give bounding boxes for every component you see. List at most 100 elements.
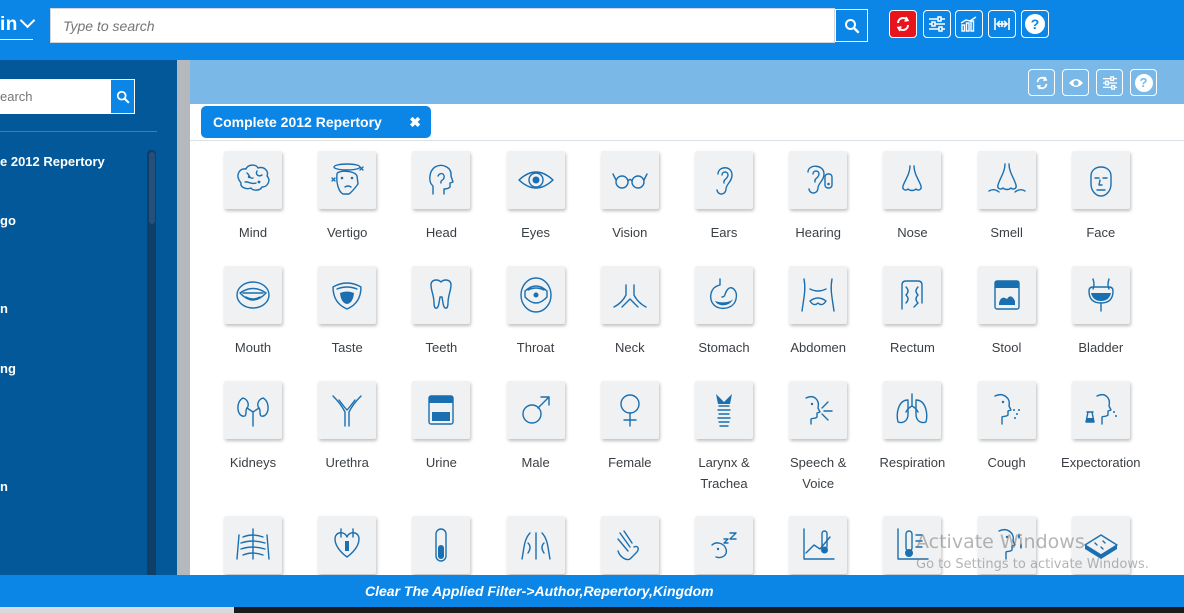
- width-toggle-button[interactable]: [988, 10, 1016, 38]
- statistics-button[interactable]: [955, 10, 983, 38]
- tab-label: Complete 2012 Repertory: [213, 114, 382, 130]
- rubric-label: Larynx & Trachea: [698, 455, 750, 491]
- glasses-icon: [600, 151, 659, 209]
- sidebar-search-input[interactable]: [0, 79, 110, 114]
- rubric-speech-voice[interactable]: Speech & Voice: [771, 370, 865, 494]
- neck-icon: [600, 266, 659, 324]
- rubric-female[interactable]: Female: [583, 370, 677, 473]
- cough-icon: [977, 381, 1036, 439]
- rubric-neck[interactable]: Neck: [583, 255, 677, 358]
- sidebar-item-5[interactable]: n: [0, 479, 8, 494]
- rubric-label: Eyes: [521, 225, 551, 240]
- sliders-icon: [929, 16, 945, 32]
- rubric-mouth[interactable]: Mouth: [206, 255, 300, 358]
- rubric-taste[interactable]: Taste: [300, 255, 394, 358]
- ear-icon: [695, 151, 753, 209]
- content-help-button[interactable]: ?: [1130, 69, 1157, 96]
- rubric-teeth[interactable]: Teeth: [394, 255, 488, 358]
- sidebar-item-repertory[interactable]: e 2012 Repertory: [0, 154, 105, 169]
- rubric-mind[interactable]: Mind: [206, 140, 300, 243]
- rubric-male[interactable]: Male: [489, 370, 583, 473]
- footer-bar: Clear The Applied Filter->Author,Reperto…: [0, 575, 1184, 607]
- sidebar-item-2[interactable]: go: [0, 213, 16, 228]
- filter-settings-button[interactable]: [923, 10, 951, 38]
- rubric-item-36[interactable]: [771, 505, 865, 574]
- nose-icon: [883, 151, 942, 209]
- rubric-ears[interactable]: Ears: [677, 140, 771, 243]
- thermometer-chart-icon: [789, 516, 848, 574]
- help-button[interactable]: ?: [1021, 10, 1049, 38]
- face-icon: [1071, 151, 1130, 209]
- rubric-hearing[interactable]: Hearing: [771, 140, 865, 243]
- rubric-item-33[interactable]: [489, 505, 583, 574]
- rubric-item-31[interactable]: [300, 505, 394, 574]
- panel-splitter[interactable]: [177, 60, 190, 575]
- rubric-stomach[interactable]: Stomach: [677, 255, 771, 358]
- rubric-label: Taste: [331, 340, 363, 355]
- search-icon: [844, 18, 859, 33]
- rubric-item-32[interactable]: [394, 505, 488, 574]
- top-bar: in ?: [0, 0, 1184, 60]
- view-button[interactable]: [1062, 69, 1089, 96]
- rubric-kidneys[interactable]: Kidneys: [206, 370, 300, 473]
- refresh-icon: [896, 16, 910, 32]
- refresh-button[interactable]: [889, 10, 917, 38]
- clear-filter-link[interactable]: Clear The Applied Filter->Author,Reperto…: [365, 583, 714, 599]
- rubric-label: Head: [425, 225, 457, 240]
- rubric-rectum[interactable]: Rectum: [865, 255, 959, 358]
- rubric-respiration[interactable]: Respiration: [865, 370, 959, 473]
- rubric-throat[interactable]: Throat: [489, 255, 583, 358]
- content-filter-button[interactable]: [1096, 69, 1123, 96]
- tab-complete-repertory[interactable]: Complete 2012 Repertory ✖: [201, 106, 431, 138]
- sidebar-scroll-thumb[interactable]: [149, 152, 155, 224]
- help-icon: ?: [1134, 73, 1153, 92]
- content-refresh-button[interactable]: [1028, 69, 1055, 96]
- bladder-icon: [1071, 266, 1130, 324]
- brand-menu[interactable]: in: [0, 12, 36, 40]
- rubric-vertigo[interactable]: Vertigo: [300, 140, 394, 243]
- rubric-item-34[interactable]: [583, 505, 677, 574]
- sidebar-item-4[interactable]: ng: [0, 361, 16, 376]
- rubric-larynx-trachea[interactable]: Larynx & Trachea: [677, 370, 771, 494]
- male-symbol-icon: [506, 381, 565, 439]
- sidebar-search-button[interactable]: [110, 79, 135, 114]
- rubric-smell[interactable]: Smell: [960, 140, 1054, 243]
- eye-icon: [1068, 78, 1083, 87]
- abdomen-icon: [789, 266, 848, 324]
- sidebar-item-3[interactable]: n: [0, 301, 8, 316]
- search-input[interactable]: [50, 8, 835, 43]
- rubric-urethra[interactable]: Urethra: [300, 370, 394, 473]
- rubric-stool[interactable]: Stool: [960, 255, 1054, 358]
- brand-label: in: [0, 14, 18, 35]
- rubric-expectoration[interactable]: Expectoration: [1054, 370, 1148, 473]
- search-button[interactable]: [835, 9, 868, 42]
- rubric-nose[interactable]: Nose: [865, 140, 959, 243]
- rubric-label: Speech & Voice: [790, 455, 847, 491]
- rubric-item-30[interactable]: [206, 505, 300, 574]
- rubric-label: Stomach: [698, 340, 750, 355]
- rubric-cough[interactable]: Cough: [960, 370, 1054, 473]
- rubric-head[interactable]: Head: [394, 140, 488, 243]
- rubric-label: Nose: [897, 225, 928, 240]
- larynx-icon: [695, 381, 753, 439]
- rubric-face[interactable]: Face: [1054, 140, 1148, 243]
- rubric-eyes[interactable]: Eyes: [489, 140, 583, 243]
- rubric-label: Mind: [238, 225, 268, 240]
- mouth-icon: [224, 266, 282, 324]
- rubric-label: Ears: [710, 225, 738, 240]
- sleep-icon: [695, 516, 753, 574]
- rubric-urine[interactable]: Urine: [394, 370, 488, 473]
- urethra-icon: [318, 381, 377, 439]
- rubric-bladder[interactable]: Bladder: [1054, 255, 1148, 358]
- expand-width-icon: [994, 18, 1010, 30]
- female-symbol-icon: [600, 381, 659, 439]
- test-tube-icon: [412, 516, 471, 574]
- rubric-vision[interactable]: Vision: [583, 140, 677, 243]
- watermark-subtitle: Go to Settings to activate Windows.: [916, 557, 1149, 572]
- rubric-item-35[interactable]: [677, 505, 771, 574]
- close-icon[interactable]: ✖: [409, 114, 421, 131]
- bottom-strip: [0, 607, 1184, 613]
- search-icon: [116, 90, 129, 103]
- watermark-title: Activate Windows: [916, 531, 1085, 553]
- rubric-abdomen[interactable]: Abdomen: [771, 255, 865, 358]
